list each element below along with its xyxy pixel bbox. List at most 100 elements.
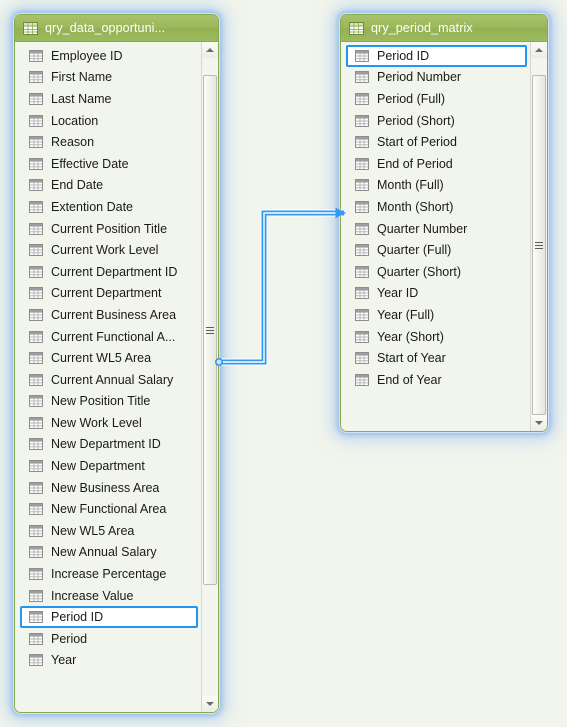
field-row[interactable]: Period ID	[15, 606, 201, 628]
field-row[interactable]: Effective Date	[15, 153, 201, 175]
field-row[interactable]: Increase Value	[15, 585, 201, 607]
vertical-scrollbar[interactable]	[201, 42, 218, 712]
field-label: Current Work Level	[51, 243, 159, 258]
field-grid-icon	[355, 265, 369, 278]
scroll-down-arrow-icon[interactable]	[202, 696, 218, 712]
field-row[interactable]: Current Annual Salary	[15, 369, 201, 391]
field-row[interactable]: First Name	[15, 67, 201, 89]
field-label: End of Period	[377, 156, 453, 171]
field-row[interactable]: Increase Percentage	[15, 563, 201, 585]
field-row[interactable]: Current Department ID	[15, 261, 201, 283]
field-label: Increase Value	[51, 588, 134, 603]
field-grid-icon	[29, 265, 43, 278]
field-row[interactable]: New Business Area	[15, 477, 201, 499]
field-grid-icon	[29, 373, 43, 386]
field-grid-icon	[29, 589, 43, 602]
field-row[interactable]: Year (Short)	[341, 326, 530, 348]
table-titlebar[interactable]: qry_data_opportuni...	[15, 15, 218, 42]
field-row[interactable]: Period	[15, 628, 201, 650]
field-grid-icon	[29, 352, 43, 365]
field-grid-icon	[355, 222, 369, 235]
field-label: Current Department ID	[51, 264, 178, 279]
field-label: Year	[51, 653, 77, 668]
field-list[interactable]: Employee ID First Name Last Name Location Re…	[15, 42, 201, 712]
field-label: Current WL5 Area	[51, 351, 152, 366]
field-row[interactable]: End Date	[15, 175, 201, 197]
field-row[interactable]: Period (Full)	[341, 88, 530, 110]
scroll-down-arrow-icon[interactable]	[531, 415, 547, 431]
field-label: Current Department	[51, 286, 162, 301]
field-row[interactable]: Current Department	[15, 283, 201, 305]
field-grid-icon	[29, 222, 43, 235]
field-grid-icon	[355, 373, 369, 386]
field-row[interactable]: Quarter (Full)	[341, 239, 530, 261]
field-row[interactable]: New Annual Salary	[15, 542, 201, 564]
field-label: End Date	[51, 178, 104, 193]
scrollbar-thumb[interactable]	[203, 75, 217, 585]
field-row[interactable]: Last Name	[15, 88, 201, 110]
table-titlebar[interactable]: qry_period_matrix	[341, 15, 547, 42]
field-list[interactable]: Period ID Period Number Period (Full) Perio…	[341, 42, 530, 431]
field-row[interactable]: Reason	[15, 131, 201, 153]
field-grid-icon	[29, 71, 43, 84]
field-grid-icon	[29, 503, 43, 516]
field-label: Start of Period	[377, 135, 457, 150]
vertical-scrollbar[interactable]	[530, 42, 547, 431]
field-row[interactable]: Employee ID	[15, 45, 201, 67]
field-grid-icon	[29, 524, 43, 537]
field-label: Increase Percentage	[51, 567, 167, 582]
field-row[interactable]: Period (Short)	[341, 110, 530, 132]
field-row[interactable]: Start of Year	[341, 347, 530, 369]
field-label: Start of Year	[377, 351, 446, 366]
field-row[interactable]: Current Business Area	[15, 304, 201, 326]
field-row[interactable]: Start of Period	[341, 131, 530, 153]
field-grid-icon	[29, 92, 43, 105]
field-grid-icon	[355, 179, 369, 192]
field-label: Month (Short)	[377, 199, 454, 214]
scroll-up-arrow-icon[interactable]	[531, 42, 547, 58]
table-window-qry-data-opportunities[interactable]: qry_data_opportuni... Employee ID First N…	[14, 14, 219, 713]
scroll-up-arrow-icon[interactable]	[202, 42, 218, 58]
field-row[interactable]: Month (Full)	[341, 175, 530, 197]
field-row[interactable]: Year ID	[341, 283, 530, 305]
field-row[interactable]: End of Period	[341, 153, 530, 175]
scrollbar-track[interactable]	[531, 58, 547, 415]
field-row[interactable]: Current Functional A...	[15, 326, 201, 348]
field-label: Quarter (Full)	[377, 243, 452, 258]
field-row[interactable]: Year	[15, 650, 201, 672]
field-row[interactable]: Extention Date	[15, 196, 201, 218]
field-label: Current Annual Salary	[51, 372, 174, 387]
scrollbar-thumb[interactable]	[532, 75, 546, 415]
field-grid-icon	[355, 71, 369, 84]
scrollbar-grip-icon	[206, 326, 214, 334]
field-grid-icon	[29, 416, 43, 429]
field-grid-icon	[29, 330, 43, 343]
scrollbar-track[interactable]	[202, 58, 218, 696]
field-row[interactable]: New Position Title	[15, 391, 201, 413]
field-row[interactable]: Current Position Title	[15, 218, 201, 240]
field-row[interactable]: Year (Full)	[341, 304, 530, 326]
table-window-qry-period-matrix[interactable]: qry_period_matrix Period ID Period Number…	[340, 14, 548, 432]
field-grid-icon	[355, 244, 369, 257]
field-row[interactable]: End of Year	[341, 369, 530, 391]
field-row[interactable]: Quarter Number	[341, 218, 530, 240]
field-label: Year ID	[377, 286, 419, 301]
field-row[interactable]: Current Work Level	[15, 239, 201, 261]
field-row[interactable]: Month (Short)	[341, 196, 530, 218]
field-grid-icon	[29, 546, 43, 559]
field-label: New Department ID	[51, 437, 161, 452]
field-label: New Functional Area	[51, 502, 167, 517]
field-grid-icon	[29, 308, 43, 321]
field-row[interactable]: New Work Level	[15, 412, 201, 434]
field-row[interactable]: Period ID	[341, 45, 530, 67]
field-grid-icon	[29, 395, 43, 408]
field-row[interactable]: New Department ID	[15, 434, 201, 456]
field-row[interactable]: New Department	[15, 455, 201, 477]
field-row[interactable]: Period Number	[341, 67, 530, 89]
field-row[interactable]: New WL5 Area	[15, 520, 201, 542]
field-row[interactable]: New Functional Area	[15, 498, 201, 520]
field-row[interactable]: Location	[15, 110, 201, 132]
field-row[interactable]: Current WL5 Area	[15, 347, 201, 369]
field-row[interactable]: Quarter (Short)	[341, 261, 530, 283]
field-label: Period Number	[377, 70, 462, 85]
